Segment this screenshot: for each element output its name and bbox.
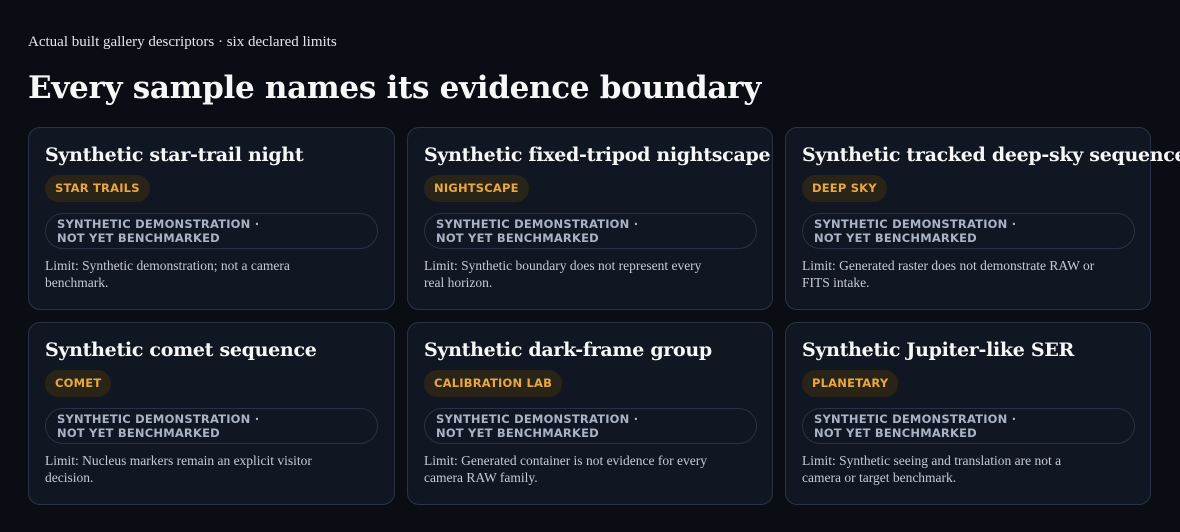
limit-text: Limit: Synthetic demonstration; not a ca… xyxy=(45,258,290,290)
gallery-card[interactable]: Synthetic comet sequence COMET SYNTHETIC… xyxy=(28,322,395,505)
status-label: SYNTHETIC DEMONSTRATION · NOT YET BENCHM… xyxy=(57,217,260,245)
status-label: SYNTHETIC DEMONSTRATION · NOT YET BENCHM… xyxy=(814,412,1017,440)
limit-text: Limit: Generated raster does not demonst… xyxy=(802,258,1095,290)
category-badge: NIGHTSCAPE xyxy=(424,175,529,202)
status-label: SYNTHETIC DEMONSTRATION · NOT YET BENCHM… xyxy=(436,217,639,245)
gallery-card[interactable]: Synthetic Jupiter-like SER PLANETARY SYN… xyxy=(785,322,1151,505)
gallery-card[interactable]: Synthetic fixed-tripod nightscape NIGHTS… xyxy=(407,127,773,310)
category-badge: DEEP SKY xyxy=(802,175,887,202)
limit-text: Limit: Synthetic seeing and translation … xyxy=(802,453,1062,485)
category-badge: CALIBRATION LAB xyxy=(424,370,563,397)
status-badge: SYNTHETIC DEMONSTRATION · NOT YET BENCHM… xyxy=(45,408,378,444)
status-label: SYNTHETIC DEMONSTRATION · NOT YET BENCHM… xyxy=(436,412,639,440)
limit-text: Limit: Nucleus markers remain an explici… xyxy=(45,453,312,485)
page-eyebrow: Actual built gallery descriptors · six d… xyxy=(28,34,337,50)
category-badge: COMET xyxy=(45,370,112,397)
status-badge: SYNTHETIC DEMONSTRATION · NOT YET BENCHM… xyxy=(802,213,1135,249)
gallery-card[interactable]: Synthetic tracked deep-sky sequence DEEP… xyxy=(785,127,1180,310)
gallery-grid: Synthetic star-trail night STAR TRAILS S… xyxy=(28,127,1180,505)
status-badge: SYNTHETIC DEMONSTRATION · NOT YET BENCHM… xyxy=(45,213,378,249)
gallery-card[interactable]: Synthetic dark-frame group CALIBRATION L… xyxy=(407,322,773,505)
limit-text: Limit: Synthetic boundary does not repre… xyxy=(424,258,702,290)
card-title: Synthetic dark-frame group xyxy=(424,339,712,361)
category-badge: PLANETARY xyxy=(802,370,899,397)
gallery-card[interactable]: Synthetic star-trail night STAR TRAILS S… xyxy=(28,127,395,310)
card-title: Synthetic comet sequence xyxy=(45,339,317,361)
status-label: SYNTHETIC DEMONSTRATION · NOT YET BENCHM… xyxy=(814,217,1017,245)
status-badge: SYNTHETIC DEMONSTRATION · NOT YET BENCHM… xyxy=(802,408,1135,444)
card-title: Synthetic Jupiter-like SER xyxy=(802,339,1074,361)
status-label: SYNTHETIC DEMONSTRATION · NOT YET BENCHM… xyxy=(57,412,260,440)
card-title: Synthetic star-trail night xyxy=(45,144,304,166)
limit-text: Limit: Generated container is not eviden… xyxy=(424,453,708,485)
card-title: Synthetic fixed-tripod nightscape xyxy=(424,144,771,166)
card-title: Synthetic tracked deep-sky sequence xyxy=(802,144,1180,166)
status-badge: SYNTHETIC DEMONSTRATION · NOT YET BENCHM… xyxy=(424,408,757,444)
category-badge: STAR TRAILS xyxy=(45,175,150,202)
page-title: Every sample names its evidence boundary xyxy=(28,70,761,106)
status-badge: SYNTHETIC DEMONSTRATION · NOT YET BENCHM… xyxy=(424,213,757,249)
